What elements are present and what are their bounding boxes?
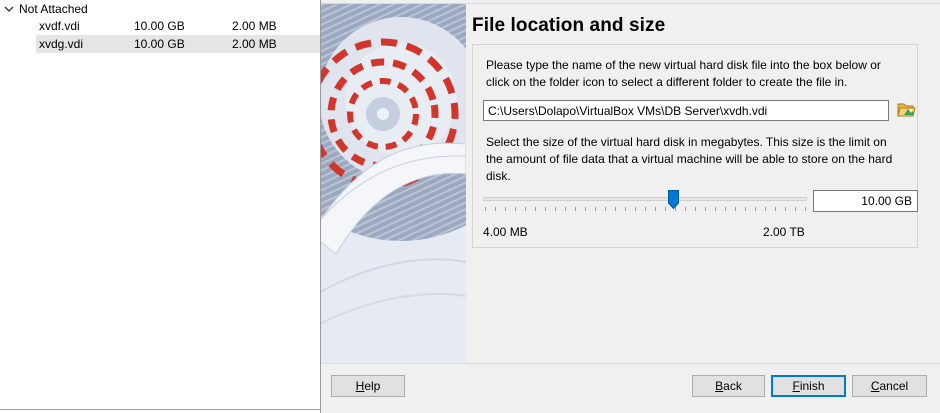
slider-ticks bbox=[485, 207, 806, 211]
disk-size-slider[interactable] bbox=[483, 190, 807, 220]
divider bbox=[0, 409, 320, 410]
back-mnemonic: B bbox=[715, 379, 724, 393]
back-button[interactable]: Back bbox=[692, 375, 765, 397]
dialog-footer: Help Back Finish Cancel bbox=[321, 363, 940, 413]
page-title: File location and size bbox=[472, 15, 666, 36]
media-virtual-size: 10.00 GB bbox=[134, 19, 185, 33]
location-description: Please type the name of the new virtual … bbox=[486, 58, 881, 89]
slider-max-label: 2.00 TB bbox=[763, 225, 805, 239]
finish-button[interactable]: Finish bbox=[771, 375, 846, 397]
media-actual-size: 2.00 MB bbox=[232, 37, 277, 51]
help-button[interactable]: Help bbox=[331, 375, 405, 397]
file-path-input[interactable] bbox=[483, 100, 889, 121]
create-virtual-hard-disk-dialog: File location and size Please type the n… bbox=[320, 0, 940, 413]
cancel-label: ancel bbox=[879, 379, 909, 393]
media-name: xvdg.vdi bbox=[39, 37, 84, 51]
group-not-attached[interactable]: Not Attached bbox=[0, 0, 320, 17]
media-actual-size: 2.00 MB bbox=[232, 19, 277, 33]
media-row[interactable]: xvdf.vdi 10.00 GB 2.00 MB bbox=[36, 17, 320, 35]
media-virtual-size: 10.00 GB bbox=[134, 37, 185, 51]
disk-size-input[interactable] bbox=[813, 190, 918, 212]
finish-label: inish bbox=[799, 379, 825, 393]
group-label: Not Attached bbox=[19, 1, 88, 16]
media-list: Not Attached xvdf.vdi 10.00 GB 2.00 MB x… bbox=[0, 0, 320, 413]
hard-disk-illustration bbox=[321, 4, 466, 364]
media-row-selected[interactable]: xvdg.vdi 10.00 GB 2.00 MB bbox=[36, 35, 320, 53]
help-label: elp bbox=[364, 379, 381, 393]
back-label: ack bbox=[723, 379, 742, 393]
media-name: xvdf.vdi bbox=[39, 19, 80, 33]
chevron-down-icon[interactable] bbox=[2, 2, 16, 16]
size-description: Select the size of the virtual hard disk… bbox=[486, 135, 893, 183]
finish-mnemonic: F bbox=[792, 379, 800, 393]
slider-min-label: 4.00 MB bbox=[483, 225, 528, 239]
cancel-button[interactable]: Cancel bbox=[852, 375, 927, 397]
location-size-group: Please type the name of the new virtual … bbox=[472, 44, 918, 248]
cancel-mnemonic: C bbox=[870, 379, 880, 393]
folder-open-icon[interactable] bbox=[896, 100, 916, 120]
slider-groove[interactable] bbox=[483, 197, 807, 201]
help-mnemonic: H bbox=[355, 379, 365, 393]
slider-handle-icon[interactable] bbox=[668, 190, 679, 209]
